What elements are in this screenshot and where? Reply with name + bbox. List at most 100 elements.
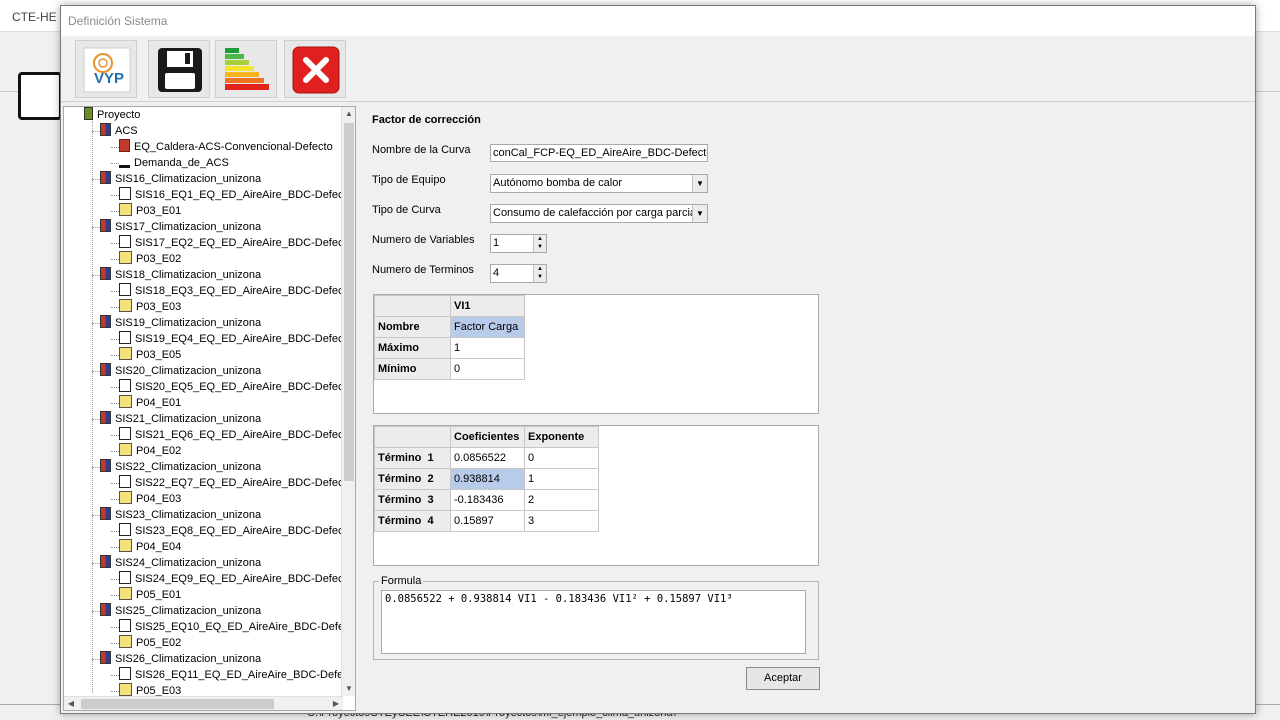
tree-item-system[interactable]: SIS23_Climatizacion_unizona [100, 507, 261, 523]
new-file-icon[interactable] [18, 72, 62, 120]
boiler-icon [119, 139, 130, 152]
term-exponent-cell[interactable]: 1 [524, 468, 599, 490]
term-coefficient-cell[interactable]: -0.183436 [450, 489, 525, 511]
tree-item-child[interactable]: P05_E03 [119, 683, 181, 696]
tree-item-system[interactable]: SIS16_Climatizacion_unizona [100, 171, 261, 187]
tree-item-label: SIS26_Climatizacion_unizona [115, 653, 262, 665]
tree-item-child[interactable]: P04_E04 [119, 539, 181, 555]
spin-up-icon[interactable]: ▲ [534, 235, 546, 243]
tree-item-system[interactable]: SIS17_Climatizacion_unizona [100, 219, 261, 235]
system-icon [100, 267, 111, 280]
variables-corner-cell [374, 295, 451, 317]
tree-item-system[interactable]: SIS25_Climatizacion_unizona [100, 603, 261, 619]
variable-max-cell[interactable]: 1 [450, 337, 525, 359]
variables-grid[interactable]: VI1 Nombre Factor Carga Máximo 1 Mínimo … [373, 294, 819, 414]
system-tree[interactable]: Proyecto ACS EQ_Caldera-ACS-Convencional-… [63, 106, 356, 711]
term-exponent-cell[interactable]: 2 [524, 489, 599, 511]
num-terms-stepper[interactable]: 4 ▲ ▼ [490, 264, 547, 283]
tree-guide-line [111, 147, 119, 148]
tree-guide-line [92, 323, 100, 324]
tree-guide-line [111, 355, 119, 356]
tree-item-child[interactable]: SIS24_EQ9_EQ_ED_AireAire_BDC-Defecto [119, 571, 343, 587]
term-coefficient-cell[interactable]: 0.0856522 [450, 447, 525, 469]
scroll-left-arrow-icon[interactable]: ◀ [64, 697, 78, 710]
energy-rating-button[interactable] [215, 40, 277, 98]
tree-item-child[interactable]: EQ_Caldera-ACS-Convencional-Defecto [119, 139, 333, 155]
tree-guide-line [111, 403, 119, 404]
dialog-title-bar: Definición Sistema [61, 6, 1255, 36]
tree-item-child[interactable]: Demanda_de_ACS [119, 155, 229, 171]
tree-item-system[interactable]: SIS18_Climatizacion_unizona [100, 267, 261, 283]
tree-hscroll-thumb[interactable] [81, 699, 274, 709]
term-coefficient-cell[interactable]: 0.15897 [450, 510, 525, 532]
chevron-down-icon[interactable]: ▼ [692, 175, 707, 192]
tree-item-child[interactable]: SIS17_EQ2_EQ_ED_AireAire_BDC-Defecto [119, 235, 343, 251]
tree-item-child[interactable]: SIS18_EQ3_EQ_ED_AireAire_BDC-Defecto [119, 283, 343, 299]
tree-item-child[interactable]: SIS19_EQ4_EQ_ED_AireAire_BDC-Defecto [119, 331, 343, 347]
tree-item-child[interactable]: P05_E02 [119, 635, 181, 651]
scroll-up-arrow-icon[interactable]: ▲ [342, 107, 355, 121]
equipment-icon [119, 475, 131, 488]
tree-item-child[interactable]: P04_E03 [119, 491, 181, 507]
tree-item-child[interactable]: SIS25_EQ10_EQ_ED_AireAire_BDC-Defecto [119, 619, 343, 635]
equipment-type-select[interactable]: Autónomo bomba de calor ▼ [490, 174, 708, 193]
tree-item-system[interactable]: SIS20_Climatizacion_unizona [100, 363, 261, 379]
tree-item-system[interactable]: SIS19_Climatizacion_unizona [100, 315, 261, 331]
curve-type-select[interactable]: Consumo de calefacción por carga parcial… [490, 204, 708, 223]
variable-min-cell[interactable]: 0 [450, 358, 525, 380]
tree-item-child[interactable]: P03_E01 [119, 203, 181, 219]
term-exponent-cell[interactable]: 0 [524, 447, 599, 469]
spin-down-icon[interactable]: ▼ [534, 243, 546, 251]
close-button[interactable] [284, 40, 346, 98]
tree-vertical-scrollbar[interactable]: ▲ ▼ [341, 107, 355, 696]
tree-item-system[interactable]: SIS22_Climatizacion_unizona [100, 459, 261, 475]
tree-item-child[interactable]: P04_E02 [119, 443, 181, 459]
variable-name-cell[interactable]: Factor Carga [450, 316, 525, 338]
tree-item-label: SIS24_EQ9_EQ_ED_AireAire_BDC-Defecto [135, 573, 343, 585]
vyp-button[interactable]: VYP [75, 40, 137, 98]
scroll-down-arrow-icon[interactable]: ▼ [342, 682, 355, 696]
chevron-down-icon[interactable]: ▼ [692, 205, 707, 222]
tree-item-child[interactable]: SIS16_EQ1_EQ_ED_AireAire_BDC-Defecto [119, 187, 343, 203]
save-button[interactable] [148, 40, 210, 98]
tree-item-child[interactable]: SIS20_EQ5_EQ_ED_AireAire_BDC-Defecto [119, 379, 343, 395]
tree-item-system[interactable]: SIS24_Climatizacion_unizona [100, 555, 261, 571]
term-exponent-cell[interactable]: 3 [524, 510, 599, 532]
tree-horizontal-scrollbar[interactable]: ◀ ▶ [64, 696, 343, 710]
tree-item-system[interactable]: SIS21_Climatizacion_unizona [100, 411, 261, 427]
tree-item-child[interactable]: SIS26_EQ11_EQ_ED_AireAire_BDC-Defecto [119, 667, 343, 683]
term-row-label: Término 1 [374, 447, 451, 469]
system-icon [100, 219, 111, 232]
tree-item-child[interactable]: SIS22_EQ7_EQ_ED_AireAire_BDC-Defecto [119, 475, 343, 491]
accept-button[interactable]: Aceptar [746, 667, 820, 690]
spin-down-icon[interactable]: ▼ [534, 273, 546, 281]
tree-scroll-thumb[interactable] [344, 123, 354, 481]
num-variables-stepper[interactable]: 1 ▲ ▼ [490, 234, 547, 253]
curve-name-label: Nombre de la Curva [372, 144, 471, 156]
term-coefficient-cell[interactable]: 0.938814 [450, 468, 525, 490]
tree-item-child[interactable]: P03_E03 [119, 299, 181, 315]
tree-item-child[interactable]: SIS23_EQ8_EQ_ED_AireAire_BDC-Defecto [119, 523, 343, 539]
system-icon [100, 171, 111, 184]
tree-item-child[interactable]: P03_E05 [119, 347, 181, 363]
tree-guide-line [92, 563, 100, 564]
tree-item-child[interactable]: P05_E01 [119, 587, 181, 603]
tree-item-label: P03_E02 [136, 253, 182, 265]
tree-item-child[interactable]: P03_E02 [119, 251, 181, 267]
formula-text[interactable]: 0.0856522 + 0.938814 VI1 - 0.183436 VI1²… [381, 590, 806, 654]
tree-item-label: P04_E01 [136, 397, 182, 409]
curve-name-field[interactable]: conCal_FCP-EQ_ED_AireAire_BDC-Defecto [490, 144, 708, 162]
spin-up-icon[interactable]: ▲ [534, 265, 546, 273]
tree-item-child[interactable]: P04_E01 [119, 395, 181, 411]
tree-item-system[interactable]: ACS [100, 123, 138, 139]
tree-item-label: SIS16_EQ1_EQ_ED_AireAire_BDC-Defecto [135, 189, 343, 201]
tree-item-label: P05_E02 [136, 637, 182, 649]
equipment-icon [119, 619, 131, 632]
tree-item-label: SIS18_Climatizacion_unizona [115, 269, 262, 281]
scroll-right-arrow-icon[interactable]: ▶ [329, 697, 343, 710]
terms-grid[interactable]: Coeficientes Exponente Término 1 0.08565… [373, 425, 819, 566]
tree-item-system[interactable]: SIS26_Climatizacion_unizona [100, 651, 261, 667]
tree-item-label: P04_E03 [136, 493, 182, 505]
tree-item-label: SIS22_Climatizacion_unizona [115, 461, 262, 473]
tree-item-child[interactable]: SIS21_EQ6_EQ_ED_AireAire_BDC-Defecto [119, 427, 343, 443]
